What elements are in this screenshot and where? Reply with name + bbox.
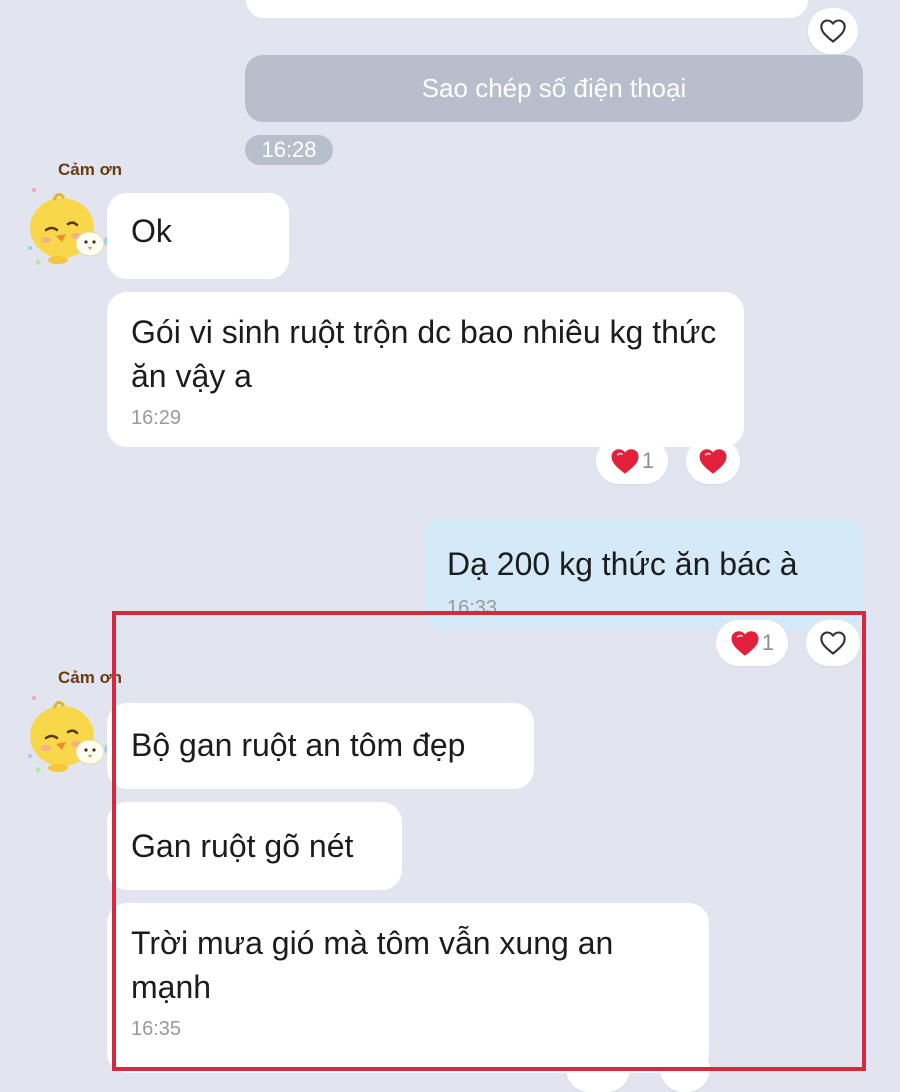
copy-phone-label: Sao chép số điện thoại [421, 73, 687, 103]
heart-filled-icon [698, 448, 728, 475]
reaction-count: 1 [761, 630, 775, 655]
heart-outline-icon [819, 630, 847, 656]
message-text: Dạ 200 kg thức ăn bác à [447, 546, 798, 582]
reaction-count: 1 [641, 448, 655, 473]
heart-filled-icon [610, 448, 640, 475]
avatar[interactable]: Cảm ơn [24, 160, 122, 270]
heart-reaction-button[interactable] [808, 8, 858, 54]
heart-reaction-count[interactable]: 1 [596, 438, 668, 484]
highlight-box [112, 611, 866, 1071]
sticker-label: Cảm ơn [58, 160, 123, 179]
time-badge-text: 16:28 [261, 137, 317, 162]
chick-sticker-avatar [24, 686, 116, 778]
avatar[interactable]: Cảm ơn [24, 668, 122, 778]
message-bubble[interactable]: Ok [107, 193, 289, 279]
heart-reaction-count[interactable]: 1 [716, 620, 788, 666]
copy-phone-button[interactable]: Sao chép số điện thoại [245, 55, 863, 122]
heart-reaction-button[interactable] [806, 620, 860, 666]
chick-sticker-avatar [24, 178, 116, 270]
message-text: Gói vi sinh ruột trộn dc bao nhiêu kg th… [131, 314, 717, 394]
heart-reaction-button[interactable] [686, 438, 740, 484]
heart-filled-icon [730, 630, 760, 657]
previous-message-bubble [246, 0, 808, 18]
message-time: 16:29 [131, 407, 182, 429]
heart-outline-icon [819, 18, 847, 44]
message-bubble[interactable]: Gói vi sinh ruột trộn dc bao nhiêu kg th… [107, 292, 744, 447]
message-text: Ok [131, 213, 172, 249]
time-badge: 16:28 [245, 135, 333, 165]
